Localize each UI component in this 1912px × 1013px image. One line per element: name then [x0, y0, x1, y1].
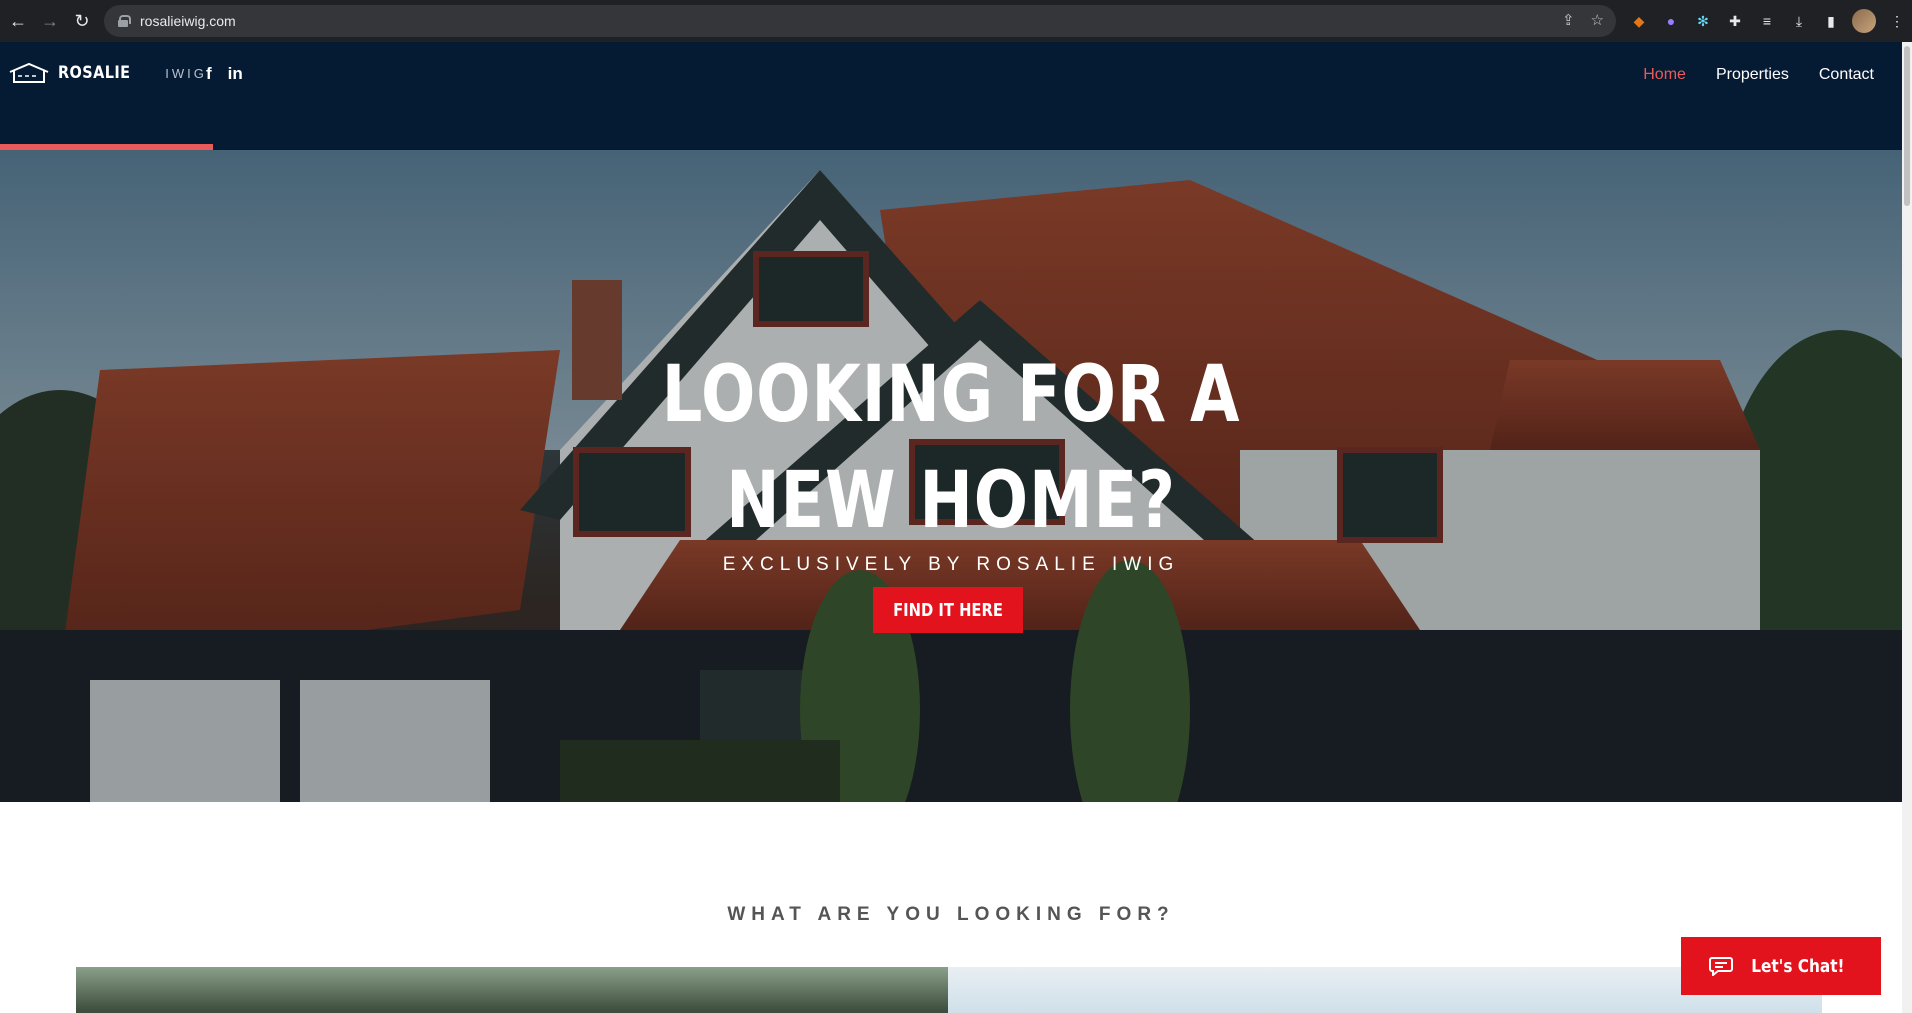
- section-title: WHAT ARE YOU LOOKING FOR?: [727, 904, 1175, 925]
- react-extension-icon[interactable]: ✻: [1692, 10, 1714, 32]
- scrollbar-thumb[interactable]: [1904, 46, 1910, 206]
- logo[interactable]: ROSALIE IWIG: [8, 62, 207, 84]
- reading-list-icon[interactable]: ≡: [1756, 10, 1778, 32]
- find-it-here-label: FIND IT HERE: [893, 599, 1003, 621]
- site-header: ROSALIE IWIG f in Home Properties Contac…: [0, 42, 1902, 150]
- address-url[interactable]: rosalieiwig.com: [140, 13, 236, 29]
- puzzle-extensions-icon[interactable]: ✚: [1724, 10, 1746, 32]
- star-icon[interactable]: ☆: [1591, 11, 1604, 29]
- logo-name: ROSALIE: [58, 63, 131, 83]
- back-icon[interactable]: ←: [2, 5, 34, 37]
- nav-home[interactable]: Home: [1643, 66, 1686, 84]
- find-it-here-button[interactable]: FIND IT HERE: [873, 587, 1023, 633]
- reload-icon[interactable]: ↻: [66, 5, 98, 37]
- category-cards: [76, 967, 1822, 1013]
- side-panel-icon[interactable]: ▮: [1820, 10, 1842, 32]
- browser-toolbar: ← → ↻ rosalieiwig.com ⇪ ☆ ◆ ● ✻ ✚ ≡ ⤓ ▮ …: [0, 0, 1912, 42]
- share-icon[interactable]: ⇪: [1562, 11, 1575, 29]
- hero-title: LOOKING FOR A NEW HOME?: [171, 342, 1731, 554]
- lets-chat-label: Let's Chat!: [1751, 955, 1845, 977]
- hero-section: LOOKING FOR A NEW HOME? EXCLUSIVELY BY R…: [0, 150, 1902, 802]
- linkedin-icon[interactable]: in: [228, 64, 243, 84]
- profile-avatar[interactable]: [1852, 9, 1876, 33]
- facebook-icon[interactable]: f: [206, 64, 212, 84]
- lock-icon[interactable]: [118, 15, 131, 27]
- chat-bubble-icon: [1709, 956, 1734, 978]
- fox-extension-icon[interactable]: ◆: [1628, 10, 1650, 32]
- house-logo-icon: [8, 62, 50, 84]
- hero-title-line2: NEW HOME?: [726, 456, 1176, 546]
- kebab-menu-icon[interactable]: ⋮: [1886, 10, 1908, 32]
- main-nav: Home Properties Contact: [1643, 66, 1874, 84]
- forward-icon[interactable]: →: [34, 5, 66, 37]
- nav-properties[interactable]: Properties: [1716, 66, 1789, 84]
- nav-contact[interactable]: Contact: [1819, 66, 1874, 84]
- hero-subtitle: EXCLUSIVELY BY ROSALIE IWIG: [722, 554, 1180, 575]
- address-bar[interactable]: rosalieiwig.com ⇪ ☆: [104, 5, 1616, 37]
- category-card[interactable]: [76, 967, 948, 1013]
- purple-extension-icon[interactable]: ●: [1660, 10, 1682, 32]
- download-icon[interactable]: ⤓: [1788, 10, 1810, 32]
- logo-sub: IWIG: [165, 65, 207, 81]
- lets-chat-button[interactable]: Let's Chat!: [1681, 937, 1881, 995]
- hero-title-line1: LOOKING FOR A: [661, 350, 1241, 440]
